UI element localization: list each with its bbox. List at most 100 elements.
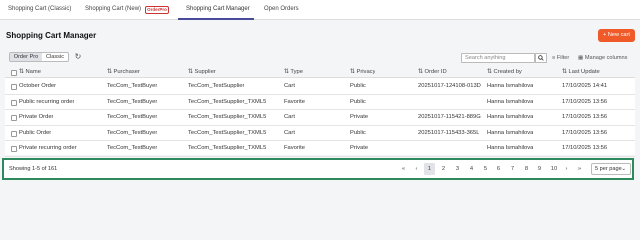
- per-page-select[interactable]: 5 per page ⌄: [591, 163, 631, 175]
- orderpro-logo: OrderPro: [145, 6, 169, 14]
- row-checkbox[interactable]: [11, 146, 17, 152]
- page-3-button[interactable]: 3: [452, 163, 463, 175]
- page-9-button[interactable]: 9: [534, 163, 545, 175]
- cell-supplier: TecCom_TestSupplier_TXML5: [188, 129, 267, 136]
- tab-shopping-cart-manager[interactable]: Shopping Cart Manager: [186, 0, 250, 20]
- cell-last-update: 17/10/2025 13:56: [562, 145, 608, 151]
- cell-last-update: 17/10/2025 13:56: [562, 98, 608, 105]
- search-icon: [538, 55, 544, 61]
- cell-created-by: Hanna Ismahilova: [487, 145, 534, 151]
- tab-open-orders[interactable]: Open Orders: [264, 0, 299, 20]
- cell-purchaser: TecCom_TestBuyer: [107, 98, 158, 105]
- cell-name: October Order: [19, 83, 57, 89]
- cell-order-id: 20251017-124108-013D: [418, 83, 481, 89]
- row-checkbox[interactable]: [11, 99, 17, 106]
- header-order-id[interactable]: ⇅ Order ID: [418, 67, 447, 78]
- cell-type: Favorite: [284, 98, 305, 105]
- table-row[interactable]: Public recurring order TecCom_TestBuyer …: [5, 95, 635, 110]
- page-10-button[interactable]: 10: [547, 163, 561, 175]
- row-checkbox[interactable]: [11, 130, 17, 137]
- cell-type: Cart: [284, 129, 295, 136]
- cell-privacy: Public: [350, 129, 366, 136]
- showing-count: Showing 1-5 of 161: [9, 166, 58, 172]
- header-created-by[interactable]: ⇅ Created by: [487, 67, 522, 78]
- active-tab-indicator: [178, 18, 254, 20]
- page-1-button[interactable]: 1: [424, 163, 435, 175]
- cell-created-by: Hanna Ismahilova: [487, 129, 534, 136]
- page-6-button[interactable]: 6: [493, 163, 504, 175]
- cell-purchaser: TecCom_TestBuyer: [107, 145, 158, 151]
- header-name[interactable]: ⇅ Name: [19, 67, 41, 78]
- row-checkbox[interactable]: [11, 115, 17, 121]
- next-page-button[interactable]: ›: [561, 163, 572, 175]
- cell-type: Favorite: [284, 145, 305, 151]
- header-type[interactable]: ⇅ Type: [284, 67, 303, 78]
- page-4-button[interactable]: 4: [466, 163, 477, 175]
- cell-privacy: Private: [350, 114, 369, 120]
- table-row[interactable]: Private Order TecCom_TestBuyer TecCom_Te…: [5, 110, 635, 126]
- last-page-button[interactable]: »: [574, 163, 585, 175]
- filter-icon: ≡: [552, 55, 556, 61]
- cell-last-update: 17/10/2025 14:41: [562, 83, 608, 89]
- cell-supplier: TecCom_TestSupplier: [188, 83, 245, 89]
- cell-last-update: 17/10/2025 13:56: [562, 129, 608, 136]
- cell-name: Private Order: [19, 114, 54, 120]
- header-purchaser[interactable]: ⇅ Purchaser: [107, 67, 140, 78]
- columns-icon: ▦: [578, 55, 584, 61]
- cell-purchaser: TecCom_TestBuyer: [107, 83, 158, 89]
- tab-shopping-cart-classic[interactable]: Shopping Cart (Classic): [8, 0, 71, 20]
- view-toggle: Order Pro Classic: [9, 52, 69, 62]
- cell-order-id: 20251017-115433-365L: [418, 129, 480, 136]
- cell-created-by: Hanna Ismahilova: [487, 83, 534, 89]
- table-row[interactable]: October Order TecCom_TestBuyer TecCom_Te…: [5, 79, 635, 95]
- page-7-button[interactable]: 7: [507, 163, 518, 175]
- cell-privacy: Private: [350, 145, 369, 151]
- manage-columns-button[interactable]: ▦ Manage columns: [578, 53, 627, 63]
- cell-created-by: Hanna Ismahilova: [487, 98, 534, 105]
- table-header-row: ⇅ Name ⇅ Purchaser ⇅ Supplier ⇅ Type ⇅ P…: [5, 67, 635, 78]
- cell-name: Private recurring order: [19, 145, 77, 151]
- cell-created-by: Hanna Ismahilova: [487, 114, 534, 120]
- filter-button[interactable]: ≡ Filter: [552, 53, 569, 63]
- per-page-value: 5 per page: [595, 166, 622, 172]
- filter-label: Filter: [556, 55, 570, 61]
- new-cart-button[interactable]: + New cart: [598, 29, 635, 42]
- refresh-icon[interactable]: ↻: [73, 52, 83, 62]
- tab-bar: Shopping Cart (Classic) Shopping Cart (N…: [0, 0, 640, 20]
- search-button[interactable]: [535, 53, 547, 63]
- table-row[interactable]: Public Order TecCom_TestBuyer TecCom_Tes…: [5, 126, 635, 141]
- cell-privacy: Public: [350, 98, 366, 105]
- cell-type: Cart: [284, 114, 295, 120]
- cell-type: Cart: [284, 83, 295, 89]
- header-last-update[interactable]: ⇅ Last Update: [562, 67, 600, 78]
- tab-shopping-cart-new[interactable]: Shopping Cart (New): [85, 0, 141, 20]
- cart-table: ⇅ Name ⇅ Purchaser ⇅ Supplier ⇅ Type ⇅ P…: [5, 67, 635, 157]
- cell-supplier: TecCom_TestSupplier_TXML5: [188, 98, 267, 105]
- page-8-button[interactable]: 8: [521, 163, 532, 175]
- manage-columns-label: Manage columns: [584, 55, 628, 61]
- cell-last-update: 17/10/2025 13:56: [562, 114, 608, 120]
- row-checkbox[interactable]: [11, 84, 17, 90]
- cell-purchaser: TecCom_TestBuyer: [107, 114, 158, 120]
- page-2-button[interactable]: 2: [438, 163, 449, 175]
- cell-name: Public Order: [19, 129, 52, 136]
- prev-page-button[interactable]: ‹: [411, 163, 422, 175]
- toggle-classic[interactable]: Classic: [42, 53, 68, 61]
- cell-order-id: 20251017-115421-889G: [418, 114, 481, 120]
- toggle-order-pro[interactable]: Order Pro: [10, 53, 42, 61]
- chevron-down-icon: ⌄: [621, 166, 626, 172]
- pagination-bar: Showing 1-5 of 161 « ‹ 1 2 3 4 5 6 7 8 9…: [2, 158, 634, 180]
- page-5-button[interactable]: 5: [480, 163, 491, 175]
- table-row[interactable]: Private recurring order TecCom_TestBuyer…: [5, 141, 635, 157]
- first-page-button[interactable]: «: [398, 163, 409, 175]
- cell-supplier: TecCom_TestSupplier_TXML5: [188, 114, 267, 120]
- cell-supplier: TecCom_TestSupplier_TXML5: [188, 145, 267, 151]
- cell-privacy: Public: [350, 83, 366, 89]
- header-privacy[interactable]: ⇅ Privacy: [350, 67, 375, 78]
- cell-purchaser: TecCom_TestBuyer: [107, 129, 158, 136]
- cell-name: Public recurring order: [19, 98, 75, 105]
- search-input[interactable]: [461, 53, 535, 63]
- select-all-checkbox[interactable]: [11, 70, 17, 76]
- header-supplier[interactable]: ⇅ Supplier: [188, 67, 216, 78]
- page-title: Shopping Cart Manager: [6, 31, 97, 40]
